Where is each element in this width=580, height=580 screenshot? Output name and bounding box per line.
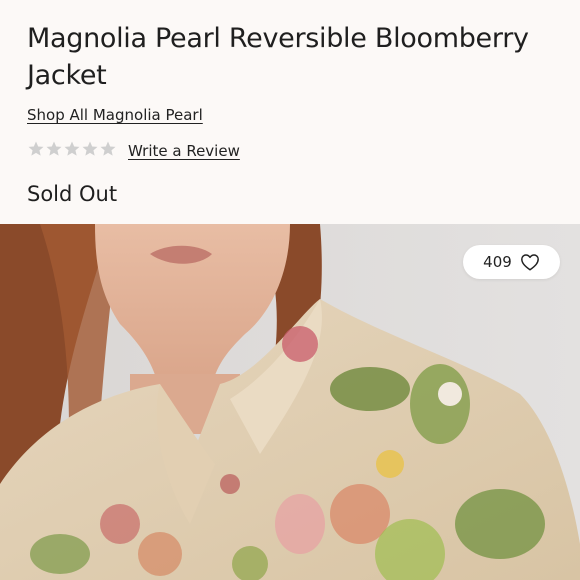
availability-status: Sold Out: [27, 182, 118, 206]
favorite-button[interactable]: 409: [463, 245, 560, 279]
favorites-count: 409: [483, 253, 512, 271]
star-icon: [27, 140, 45, 158]
heart-icon: [520, 253, 540, 271]
star-icon: [63, 140, 81, 158]
rating-stars: [27, 140, 117, 158]
star-icon: [81, 140, 99, 158]
star-icon: [45, 140, 63, 158]
product-title: Magnolia Pearl Reversible Bloomberry Jac…: [27, 23, 529, 91]
write-review-link[interactable]: Write a Review: [128, 142, 240, 160]
product-header: Magnolia Pearl Reversible Bloomberry Jac…: [0, 0, 580, 224]
star-icon: [99, 140, 117, 158]
shop-all-brand-link[interactable]: Shop All Magnolia Pearl: [27, 106, 203, 124]
